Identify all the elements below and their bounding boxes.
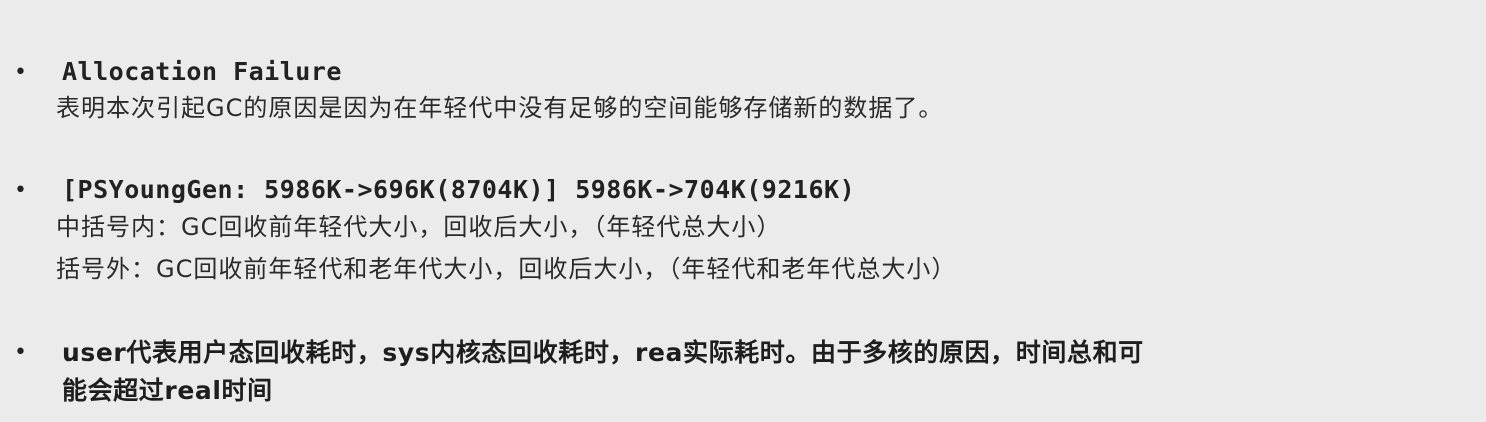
bullet-psyounggen: • [PSYoungGen: 5986K->696K(8704K)] 5986K… xyxy=(0,174,1476,290)
bullet-line: 能会超过real时间 xyxy=(62,376,273,405)
bullet-heading: Allocation Failure xyxy=(62,57,342,86)
bullet-heading: [PSYoungGen: 5986K->696K(8704K)] 5986K->… xyxy=(62,175,856,204)
bullet-text: user代表用户态回收耗时，sys内核态回收耗时，rea实际耗时。由于多核的原因… xyxy=(56,334,1476,410)
bullet-marker: • xyxy=(14,60,27,85)
bullet-line: 中括号内：GC回收前年轻代大小，回收后大小，（年轻代总大小） xyxy=(56,213,782,241)
bullet-line: user代表用户态回收耗时，sys内核态回收耗时，rea实际耗时。由于多核的原因… xyxy=(62,338,1144,367)
bullet-allocation-failure: • Allocation Failure 表明本次引起GC的原因是因为在年轻代中… xyxy=(0,56,1476,128)
bullet-line: 括号外：GC回收前年轻代和老年代大小，回收后大小，（年轻代和老年代总大小） xyxy=(56,255,957,283)
bullet-line: 表明本次引起GC的原因是因为在年轻代中没有足够的空间能够存储新的数据了。 xyxy=(56,94,944,122)
bullet-body: Allocation Failure 表明本次引起GC的原因是因为在年轻代中没有… xyxy=(56,56,1476,128)
bullet-body: user代表用户态回收耗时，sys内核态回收耗时，rea实际耗时。由于多核的原因… xyxy=(56,334,1476,410)
slide: • Allocation Failure 表明本次引起GC的原因是因为在年轻代中… xyxy=(0,0,1486,422)
bullet-marker: • xyxy=(14,340,27,365)
bullet-body: [PSYoungGen: 5986K->696K(8704K)] 5986K->… xyxy=(56,174,1476,290)
bullet-user-sys-real: • user代表用户态回收耗时，sys内核态回收耗时，rea实际耗时。由于多核的… xyxy=(0,334,1476,410)
bullet-marker: • xyxy=(14,178,27,203)
